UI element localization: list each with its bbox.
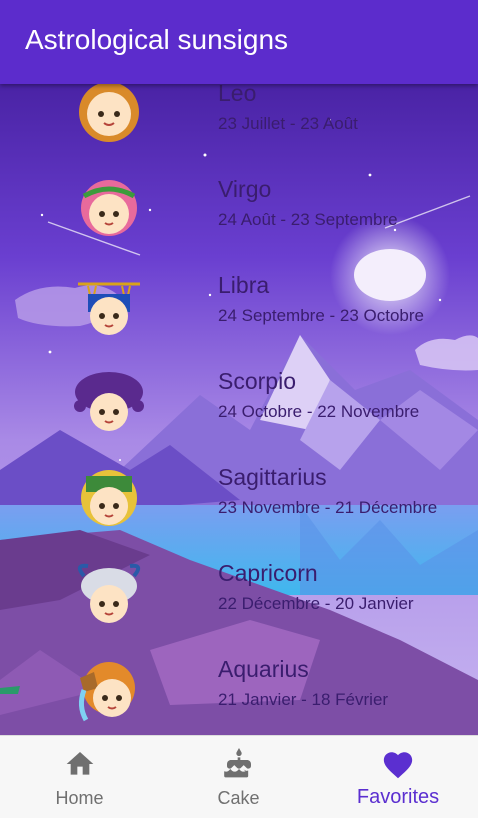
- sagittarius-avatar-icon: [72, 466, 146, 534]
- sign-dates: 24 Septembre - 23 Octobre: [218, 306, 425, 325]
- list-item-capricorn[interactable]: Capricorn 22 Décembre - 20 Janvier: [0, 548, 478, 644]
- app-bar: Astrological sunsigns: [0, 0, 478, 84]
- sign-name: Virgo: [218, 176, 272, 202]
- nav-label-favorites: Favorites: [356, 786, 440, 808]
- list-item-virgo[interactable]: Virgo 24 Août - 23 Septembre: [0, 164, 478, 260]
- sunsign-list[interactable]: Leo 23 Juillet - 23 Août Virgo 24 Août -…: [0, 0, 478, 735]
- list-item-sagittarius[interactable]: Sagittarius 23 Novembre - 21 Décembre: [0, 452, 478, 548]
- sign-dates: 21 Janvier - 18 Février: [218, 690, 389, 709]
- sign-name: Scorpio: [218, 368, 296, 394]
- nav-item-cake[interactable]: Cake: [159, 736, 318, 818]
- sign-dates: 24 Octobre - 22 Novembre: [218, 402, 420, 421]
- sign-name: Leo: [218, 80, 257, 106]
- sign-name: Capricorn: [218, 560, 318, 586]
- page-title: Astrological sunsigns: [25, 24, 289, 55]
- list-item-scorpio[interactable]: Scorpio 24 Octobre - 22 Novembre: [0, 356, 478, 452]
- aquarius-avatar-icon: [72, 658, 146, 726]
- home-icon: [64, 748, 96, 785]
- sign-dates: 23 Novembre - 21 Décembre: [218, 498, 438, 517]
- capricorn-avatar-icon: [72, 562, 146, 630]
- virgo-avatar-icon: [72, 178, 146, 246]
- sign-dates: 22 Décembre - 20 Janvier: [218, 594, 414, 613]
- nav-item-favorites[interactable]: Favorites: [318, 736, 478, 818]
- list-item-libra[interactable]: Libra 24 Septembre - 23 Octobre: [0, 260, 478, 356]
- sign-name: Aquarius: [218, 656, 309, 682]
- sign-dates: 24 Août - 23 Septembre: [218, 210, 398, 229]
- sign-name: Libra: [218, 272, 270, 298]
- bottom-navigation: Home Cake Favorites: [0, 735, 478, 818]
- nav-label-home: Home: [55, 788, 104, 808]
- nav-label-cake: Cake: [217, 788, 260, 808]
- sign-dates: 23 Juillet - 23 Août: [218, 114, 358, 133]
- nav-item-home[interactable]: Home: [0, 736, 159, 818]
- leo-avatar-icon: [72, 82, 146, 150]
- heart-icon: [381, 748, 415, 787]
- list-item-aquarius[interactable]: Aquarius 21 Janvier - 18 Février: [0, 644, 478, 740]
- scorpio-avatar-icon: [72, 370, 146, 438]
- libra-avatar-icon: [72, 274, 146, 342]
- cake-icon: [223, 748, 255, 785]
- sign-name: Sagittarius: [218, 464, 327, 490]
